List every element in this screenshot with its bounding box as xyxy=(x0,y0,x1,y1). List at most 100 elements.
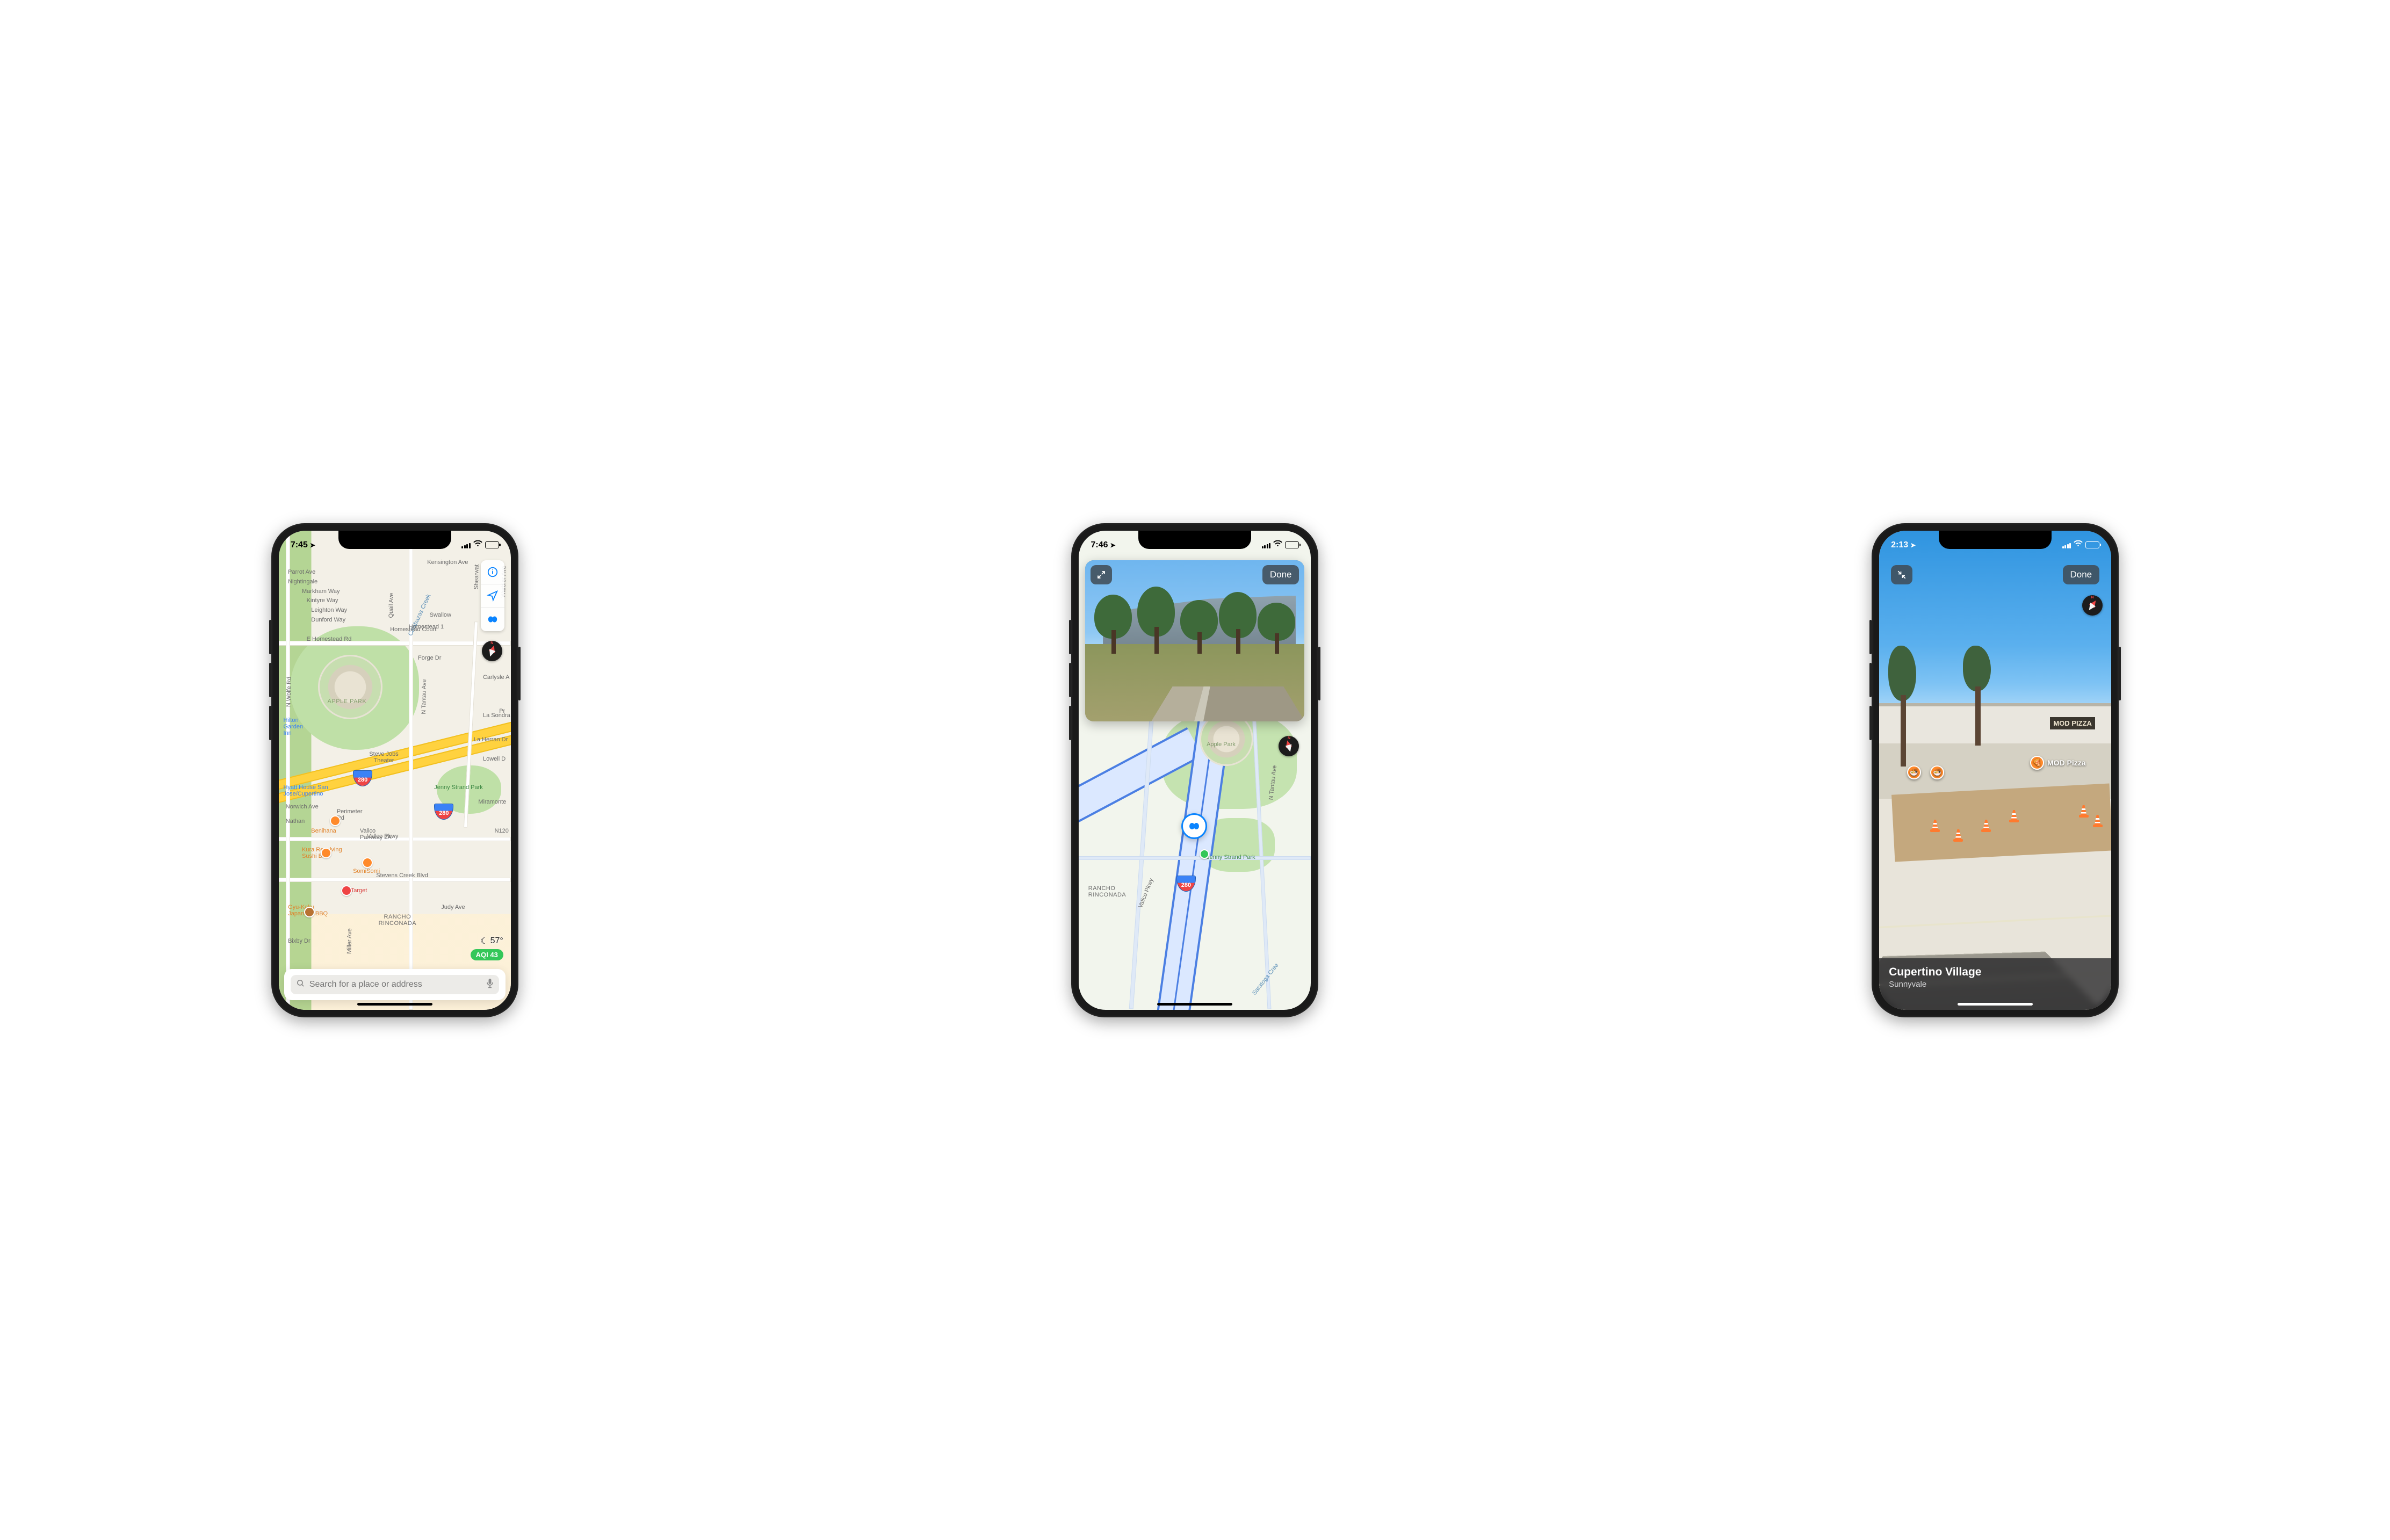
weather-badge[interactable]: ☾ 57° xyxy=(480,936,503,946)
status-time: 2:13 xyxy=(1891,540,1908,550)
label-wolfe: N Wolfe Rd xyxy=(286,677,293,707)
lookaround-preview[interactable] xyxy=(1085,560,1304,721)
apple-park-ring xyxy=(318,655,382,719)
label-n120: N120 xyxy=(495,828,509,834)
search-bar[interactable] xyxy=(291,975,499,994)
pizza-icon xyxy=(2030,756,2044,770)
label-stevens: Stevens Creek Blvd xyxy=(376,872,428,879)
label-forge: Forge Dr xyxy=(418,655,441,661)
expand-button[interactable] xyxy=(1091,565,1112,584)
moon-icon: ☾ xyxy=(480,936,488,946)
label-judy: Judy Ave xyxy=(441,904,465,910)
poi-somisomi-icon[interactable] xyxy=(362,857,373,868)
phone-maps-main: 7:45 ➤ APPLE PARK Steve xyxy=(271,523,518,1017)
compass-button[interactable]: N xyxy=(1279,736,1299,756)
home-indicator[interactable] xyxy=(1157,1003,1232,1006)
screen: 7:46 ➤ Apple Park Jenny Strand Park R xyxy=(1079,531,1311,1010)
screen: 7:45 ➤ APPLE PARK Steve xyxy=(279,531,511,1010)
map-side-controls xyxy=(481,560,504,631)
label-target: Target xyxy=(351,887,367,894)
compass-button[interactable]: N xyxy=(2082,595,2103,616)
notch xyxy=(1939,531,2052,549)
poi-mod-pizza[interactable]: MOD Pizza xyxy=(2030,756,2086,770)
poi-kura-icon[interactable] xyxy=(321,848,331,858)
label-nathan: Nathan xyxy=(286,818,305,825)
label-benihana: Benihana xyxy=(311,828,336,834)
notch xyxy=(1138,531,1251,549)
label-somisomi: SomiSomi xyxy=(353,868,380,874)
location-title: Cupertino Village xyxy=(1889,966,2102,979)
search-input[interactable] xyxy=(309,980,482,989)
label-homestead: E Homestead Rd xyxy=(307,636,352,642)
label-dunford: Dunford Way xyxy=(311,617,345,623)
poi-target-icon[interactable] xyxy=(341,885,352,896)
cellular-icon xyxy=(461,542,471,548)
label-vallco2: Vallco Parkway 2A xyxy=(360,828,392,841)
label-swallow: Swallow xyxy=(430,612,451,618)
status-time: 7:46 xyxy=(1091,540,1108,550)
map-canvas[interactable]: APPLE PARK Steve Jobs Theater Jenny Stra… xyxy=(279,531,511,1010)
poi-benihana-icon[interactable] xyxy=(330,815,341,826)
label-jenny-strand: Jenny Strand Park xyxy=(1207,854,1255,861)
lookaround-pin[interactable] xyxy=(1181,813,1207,839)
label-pr: Pr xyxy=(499,708,505,714)
location-services-icon: ➤ xyxy=(1910,541,1916,549)
label-markham: Markham Way xyxy=(302,588,340,595)
label-lowell: Lowell D xyxy=(483,756,506,762)
location-services-icon: ➤ xyxy=(1110,541,1116,549)
label-hilton: Hilton Garden Inn xyxy=(283,717,303,736)
mod-pizza-sign: MOD PIZZA xyxy=(2050,717,2095,729)
lookaround-button[interactable] xyxy=(481,608,504,631)
home-indicator[interactable] xyxy=(357,1003,432,1006)
compass-button[interactable]: N xyxy=(482,641,502,661)
done-button[interactable]: Done xyxy=(2063,565,2100,584)
aqi-badge[interactable]: AQI 43 xyxy=(471,949,503,960)
label-miramonte: Miramonte xyxy=(478,799,506,805)
screen: 2:13 ➤ MOD PIZZA xyxy=(1879,531,2111,1010)
label-rancho: RANCHO RINCONADA xyxy=(379,914,417,927)
label-apple-park: APPLE PARK xyxy=(328,698,367,705)
label-kintyre: Kintyre Way xyxy=(307,597,338,604)
cellular-icon xyxy=(1262,542,1271,548)
battery-icon xyxy=(1285,541,1299,548)
poi-label: MOD Pizza xyxy=(2047,758,2086,767)
food-icon xyxy=(1930,765,1944,779)
lookaround-view[interactable]: MOD PIZZA MOD Pizza xyxy=(1879,531,2111,1010)
label-laherran: La Herran Dr xyxy=(474,736,508,743)
label-homestead1: Homestead 1 xyxy=(409,624,444,630)
label-tantau: N Tantau Ave xyxy=(421,679,428,714)
food-icon xyxy=(1907,765,1921,779)
cellular-icon xyxy=(2062,542,2071,548)
locate-button[interactable] xyxy=(481,584,504,608)
label-jenny-strand: Jenny Strand Park xyxy=(434,784,483,791)
shield-i280-b: 280 xyxy=(434,804,453,820)
label-leighton: Leighton Way xyxy=(311,607,347,613)
home-indicator[interactable] xyxy=(1958,1003,2033,1006)
search-icon xyxy=(296,979,305,990)
label-shearwater: Shearwat xyxy=(473,564,480,589)
temperature: 57° xyxy=(490,936,503,946)
wifi-icon xyxy=(2074,540,2083,550)
label-nightingale: Nightingale xyxy=(288,579,317,585)
done-button[interactable]: Done xyxy=(1262,565,1299,584)
info-button[interactable] xyxy=(481,560,504,584)
label-kensington: Kensington Ave xyxy=(427,559,468,566)
location-subtitle: Sunnyvale xyxy=(1889,980,2102,989)
poi-park-icon[interactable] xyxy=(1200,849,1209,859)
label-rancho: RANCHO RINCONADA xyxy=(1088,885,1127,898)
dictation-icon[interactable] xyxy=(486,978,494,991)
location-services-icon: ➤ xyxy=(310,541,315,549)
label-norwich: Norwich Ave xyxy=(286,804,319,810)
battery-icon xyxy=(2085,541,2099,548)
label-perimeter: Perimeter Rd xyxy=(337,808,363,821)
label-bixby: Bixby Dr xyxy=(288,938,311,944)
phone-lookaround-split: 7:46 ➤ Apple Park Jenny Strand Park R xyxy=(1071,523,1318,1017)
label-carlysle: Carlysle A xyxy=(483,674,510,681)
poi-gyukaku-icon[interactable] xyxy=(304,907,315,917)
poi-secondary-b[interactable] xyxy=(1930,765,1944,779)
label-lasondra: La Sondra xyxy=(483,712,510,719)
collapse-button[interactable] xyxy=(1891,565,1912,584)
poi-secondary-a[interactable] xyxy=(1907,765,1921,779)
status-time: 7:45 xyxy=(291,540,308,550)
lookaround-info-footer[interactable]: Cupertino Village Sunnyvale xyxy=(1879,958,2111,1010)
